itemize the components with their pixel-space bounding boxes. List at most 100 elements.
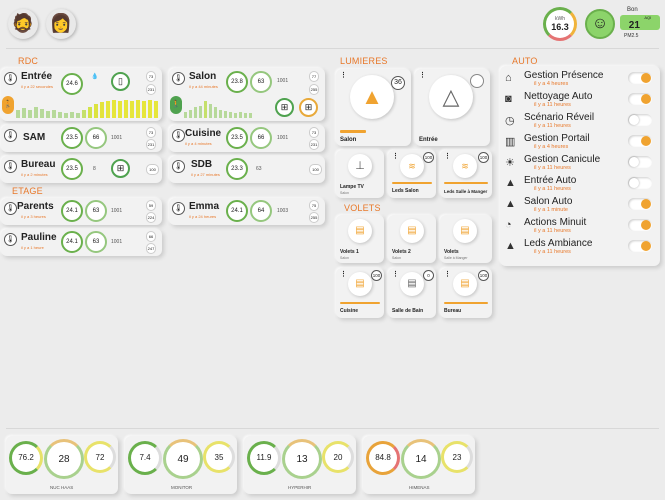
light-tile-leds-salon[interactable]: ⋮ ≋ 100 Leds Salon <box>388 150 436 198</box>
ram-value: 72 <box>95 453 105 462</box>
automation-row[interactable]: ▲ Salon Auto il y a 1 minute <box>500 196 660 217</box>
shutter-icon: ▤ <box>400 272 424 296</box>
brightness-bar[interactable] <box>444 182 488 184</box>
room-card-parents[interactable]: 🌡 Parents il y a 3 heures 24.1 63 1001 5… <box>1 198 162 225</box>
ram-value: 23 <box>452 453 462 462</box>
menu-icon[interactable]: ⋮ <box>392 270 399 278</box>
shutter-name: Volets 2 <box>392 249 411 255</box>
server-name: MONITOR <box>171 485 193 490</box>
menu-icon[interactable]: ⋮ <box>444 270 451 278</box>
aq-face-icon: ☺ <box>585 9 615 39</box>
automation-row[interactable]: ◔ Actions Minuit il y a 11 heures <box>500 217 660 238</box>
humidity-gauge: 66 <box>250 127 272 149</box>
humidity-gauge: 63 <box>250 71 272 93</box>
shutter-tile-sdb[interactable]: ⋮ ▤ 0 Salle de Bain <box>388 268 436 318</box>
automation-row[interactable]: ◙ Nettoyage Auto il y a 11 heures <box>500 91 660 112</box>
automation-toggle[interactable] <box>628 114 652 126</box>
door-button[interactable]: ▯ <box>111 72 130 91</box>
stat-value: 231 <box>146 84 156 95</box>
avatar[interactable]: 👩 <box>46 9 76 39</box>
motion-icon: 🚶 <box>170 96 182 114</box>
room-card-entree[interactable]: 🌡 Entrée il y a 22 secondes 24.6 💧 ▯ 73 … <box>1 68 162 121</box>
automation-toggle[interactable] <box>628 240 652 252</box>
alarm-icon: ◷ <box>505 115 515 127</box>
stat-value: 100 <box>146 164 159 175</box>
room-card-bureau[interactable]: 🌡 Bureau il y a 2 minutes 23.5 8 ⊞ 100 <box>1 156 162 183</box>
room-card-pauline[interactable]: 🌡 Pauline il y a 1 heure 24.1 63 1001 66… <box>1 229 162 256</box>
menu-icon[interactable]: ⋮ <box>392 152 399 160</box>
automation-toggle[interactable] <box>628 135 652 147</box>
light-tile-lampe-tv[interactable]: ⊥ Lampe TV Salon <box>336 150 384 198</box>
lamp-icon: ▲ <box>505 177 516 189</box>
shutter-tile-bureau[interactable]: ⋮ ▤ 100 Bureau <box>440 268 492 318</box>
automation-row[interactable]: ▥ Gestion Portail il y a 4 heures <box>500 133 660 154</box>
server-card-nuc[interactable]: 76.2 28 72 NUC HAAS <box>6 436 118 494</box>
automation-row[interactable]: ▲ Leds Ambiance il y a 11 heures <box>500 238 660 259</box>
room-card-salon[interactable]: 🌡 Salon il y a 44 minutes 23.8 63 1001 7… <box>169 68 325 121</box>
automation-toggle[interactable] <box>628 93 652 105</box>
position-bar[interactable] <box>444 302 488 304</box>
light-name: Leds Salle à Manger <box>444 189 488 194</box>
shutter-icon: ▤ <box>348 219 372 243</box>
section-etage: ETAGE <box>12 186 43 196</box>
automation-toggle[interactable] <box>628 72 652 84</box>
shutter-name: Bureau <box>444 308 462 314</box>
automation-toggle[interactable] <box>628 177 652 189</box>
energy-gauge[interactable]: kWh 16.3 <box>543 7 577 41</box>
room-card-sdb[interactable]: 🌡 SDB il y a 27 minutes 23.3 63 100 <box>169 156 325 183</box>
menu-icon[interactable]: ⋮ <box>419 71 426 79</box>
menu-icon[interactable]: ⋮ <box>444 152 451 160</box>
window-button[interactable]: ⊞ <box>299 98 318 117</box>
window-button[interactable]: ⊞ <box>111 159 130 178</box>
kwh-value: 16.3 <box>551 22 569 32</box>
brightness-bar[interactable] <box>340 130 366 133</box>
automation-row[interactable]: ▲ Entrée Auto il y a 11 heures <box>500 175 660 196</box>
automation-last-run: il y a 4 heures <box>534 81 569 87</box>
automation-toggle[interactable] <box>628 198 652 210</box>
ram-gauge: 72 <box>84 441 116 473</box>
light-tile-entree[interactable]: ⋮ △ Entrée <box>415 69 490 146</box>
room-name: SDB <box>191 159 213 170</box>
lux-value: 1001 <box>277 78 289 84</box>
aq-status: Bon <box>627 7 638 13</box>
ceiling-lamp-icon: ▲ <box>350 75 394 119</box>
server-card-monitor[interactable]: 7.4 49 35 MONITOR <box>125 436 237 494</box>
aq-box[interactable]: 21 AQI <box>620 15 660 31</box>
stat-value: 255 <box>309 84 319 95</box>
shutter-room: Salon <box>340 256 349 260</box>
light-tile-leds-sam[interactable]: ⋮ ≋ 100 Leds Salle à Manger <box>440 150 492 198</box>
room-card-emma[interactable]: 🌡 Emma il y a 24 heures 24.1 64 1003 75 … <box>169 198 325 225</box>
shutter-tile-volets-2[interactable]: ▤ Volets 2 Salon <box>388 215 436 263</box>
position-bar[interactable] <box>340 302 380 304</box>
automation-row[interactable]: ◷ Scénario Réveil il y a 11 heures <box>500 112 660 133</box>
shutter-tile-volets-sam[interactable]: ▤ Volets Salle à Manger <box>440 215 492 263</box>
light-tile-salon[interactable]: ⋮ ▲ 36 Salon <box>336 69 411 146</box>
menu-icon[interactable]: ⋮ <box>340 71 347 79</box>
room-card-cuisine[interactable]: 🌡 Cuisine il y a 4 minutes 23.5 66 1001 … <box>169 125 325 152</box>
room-name: Emma <box>189 201 220 212</box>
automation-last-run: il y a 4 heures <box>534 144 569 150</box>
room-name: SAM <box>23 132 46 143</box>
gate-icon: ▥ <box>505 136 516 148</box>
server-card-himenas[interactable]: 84.8 14 23 HIMENAS <box>363 436 475 494</box>
window-button[interactable]: ⊞ <box>275 98 294 117</box>
server-card-hyperhir[interactable]: 11.9 13 20 HYPERHIR <box>244 436 356 494</box>
room-card-sam[interactable]: 🌡 SAM 23.5 66 1001 73 231 <box>1 125 162 152</box>
automation-toggle[interactable] <box>628 156 652 168</box>
cpu-gauge: 49 <box>163 439 203 479</box>
avatar[interactable]: 🧔 <box>8 9 38 39</box>
shutter-tile-volets-1[interactable]: ▤ Volets 1 Salon <box>336 215 384 263</box>
automation-row[interactable]: ⌂ Gestion Présence il y a 4 heures <box>500 70 660 91</box>
room-updated: il y a 22 secondes <box>21 84 54 89</box>
footer-divider <box>6 428 659 429</box>
shutter-tile-cuisine[interactable]: ⋮ ▤ 100 Cuisine <box>336 268 384 318</box>
automation-toggle[interactable] <box>628 219 652 231</box>
led-strip-icon: ≋ <box>400 154 424 178</box>
brightness-bar[interactable] <box>392 182 432 184</box>
ram-value: 35 <box>214 453 224 462</box>
menu-icon[interactable]: ⋮ <box>340 270 347 278</box>
automation-last-run: il y a 11 heures <box>534 249 571 255</box>
stat-value: 73 <box>309 127 319 138</box>
automation-row[interactable]: ☀ Gestion Canicule il y a 11 heures <box>500 154 660 175</box>
light-name: Entrée <box>419 137 438 143</box>
